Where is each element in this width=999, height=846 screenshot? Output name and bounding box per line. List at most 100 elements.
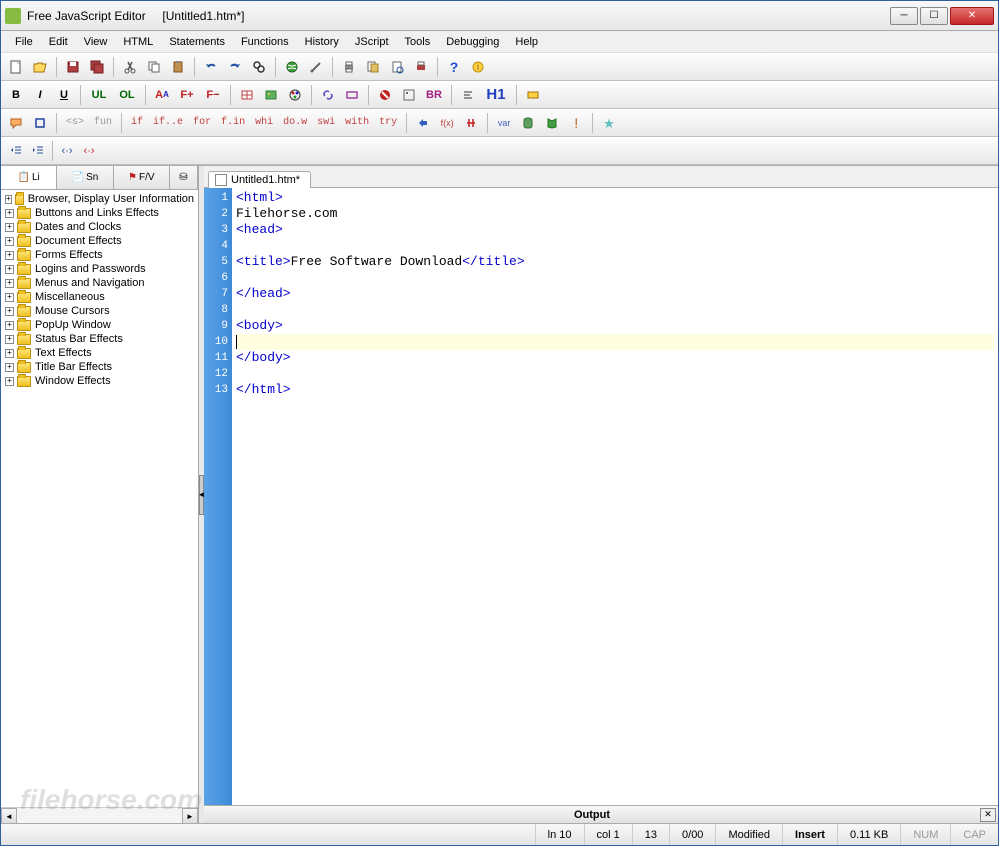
code-line[interactable]: Filehorse.com [236,206,994,222]
menu-tools[interactable]: Tools [397,34,439,50]
menu-file[interactable]: File [7,34,41,50]
expand-icon[interactable]: + [5,349,14,358]
tree-item[interactable]: +PopUp Window [3,318,196,332]
code-line[interactable]: <body> [236,318,994,334]
snippet-if[interactable]: if [127,117,147,128]
web-button[interactable] [281,56,303,78]
color-button[interactable] [284,84,306,106]
book-button[interactable] [541,112,563,134]
tree-item[interactable]: +Document Effects [3,234,196,248]
help-button[interactable]: ? [443,56,465,78]
code-line[interactable]: <head> [236,222,994,238]
db-button[interactable] [517,112,539,134]
print-button[interactable] [338,56,360,78]
print2-button[interactable] [410,56,432,78]
star-button[interactable] [598,112,620,134]
editor-tab[interactable]: Untitled1.htm* [208,171,311,188]
expand-icon[interactable]: + [5,265,14,274]
menu-statements[interactable]: Statements [161,34,233,50]
code-area[interactable]: 12345678910111213 <html>Filehorse.com<he… [204,188,998,805]
snippet-ife[interactable]: if..e [149,117,187,128]
menu-help[interactable]: Help [507,34,546,50]
outdent-button[interactable] [5,140,27,162]
sidebar-tab-db[interactable]: ⛁ [170,166,198,189]
code-line[interactable]: </body> [236,350,994,366]
underline-button[interactable]: U [53,84,75,106]
font-button[interactable]: AA [151,84,173,106]
ol-button[interactable]: OL [114,84,140,106]
snippet-fun[interactable]: fun [90,117,116,128]
undo-button[interactable] [200,56,222,78]
comment-button[interactable] [5,112,27,134]
code-line[interactable]: </head> [236,286,994,302]
align-button[interactable] [457,84,479,106]
scroll-left-button[interactable]: ◄ [1,808,17,823]
close-button[interactable]: ✕ [950,7,994,25]
paste-button[interactable] [167,56,189,78]
find-button[interactable] [248,56,270,78]
snippet-fin[interactable]: f.in [217,117,249,128]
tree-item[interactable]: +Buttons and Links Effects [3,206,196,220]
var-button[interactable]: var [493,112,515,134]
menu-edit[interactable]: Edit [41,34,76,50]
open-file-button[interactable] [29,56,51,78]
brackets-button[interactable]: ‹·› [56,140,78,162]
tree-item[interactable]: +Logins and Passwords [3,262,196,276]
snippet-for[interactable]: for [189,117,215,128]
code-line[interactable]: <title>Free Software Download</title> [236,254,994,270]
layout-button[interactable] [398,84,420,106]
debug-button[interactable] [460,112,482,134]
brackets2-button[interactable]: ‹·› [78,140,100,162]
menu-history[interactable]: History [297,34,347,50]
scroll-right-button[interactable]: ► [182,808,198,823]
box-button[interactable] [29,112,51,134]
tools-button[interactable] [305,56,327,78]
snippet-whi[interactable]: whi [251,117,277,128]
tree-item[interactable]: +Text Effects [3,346,196,360]
tree-item[interactable]: +Mouse Cursors [3,304,196,318]
snippet-try[interactable]: try [375,117,401,128]
tree-item[interactable]: +Menus and Navigation [3,276,196,290]
br-button[interactable]: BR [422,84,446,106]
cut-button[interactable] [119,56,141,78]
scroll-track[interactable] [17,808,182,823]
warn-button[interactable]: ! [565,112,587,134]
form-button[interactable] [341,84,363,106]
tree-item[interactable]: +Status Bar Effects [3,332,196,346]
run-button[interactable] [412,112,434,134]
code-line[interactable]: </html> [236,382,994,398]
page-button[interactable] [386,56,408,78]
menu-html[interactable]: HTML [115,34,161,50]
maximize-button[interactable]: ☐ [920,7,948,25]
output-close-button[interactable]: ✕ [980,808,996,822]
tree-item[interactable]: +Window Effects [3,374,196,388]
code-line[interactable] [236,302,994,318]
snippet-with[interactable]: with [341,117,373,128]
font-increase-button[interactable]: F+ [175,84,199,106]
save-button[interactable] [62,56,84,78]
image-button[interactable] [260,84,282,106]
snippet-swi[interactable]: swi [313,117,339,128]
tree-item[interactable]: +Miscellaneous [3,290,196,304]
expand-icon[interactable]: + [5,237,14,246]
minimize-button[interactable]: ─ [890,7,918,25]
fox-button[interactable]: f(x) [436,112,458,134]
tree-item[interactable]: +Title Bar Effects [3,360,196,374]
tree-item[interactable]: +Browser, Display User Information [3,192,196,206]
code-line[interactable] [236,334,994,350]
expand-icon[interactable]: + [5,307,14,316]
ul-button[interactable]: UL [86,84,112,106]
code-lines[interactable]: <html>Filehorse.com<head> <title>Free Sof… [232,188,998,805]
heading-button[interactable]: H1 [481,84,511,106]
info-button[interactable]: i [467,56,489,78]
indent-button[interactable] [27,140,49,162]
code-line[interactable] [236,366,994,382]
sidebar-tab-li[interactable]: 📋Li [1,166,57,189]
expand-icon[interactable]: + [5,293,14,302]
code-line[interactable]: <html> [236,190,994,206]
code-line[interactable] [236,238,994,254]
menu-functions[interactable]: Functions [233,34,297,50]
expand-icon[interactable]: + [5,335,14,344]
tree-item[interactable]: +Forms Effects [3,248,196,262]
italic-button[interactable]: I [29,84,51,106]
